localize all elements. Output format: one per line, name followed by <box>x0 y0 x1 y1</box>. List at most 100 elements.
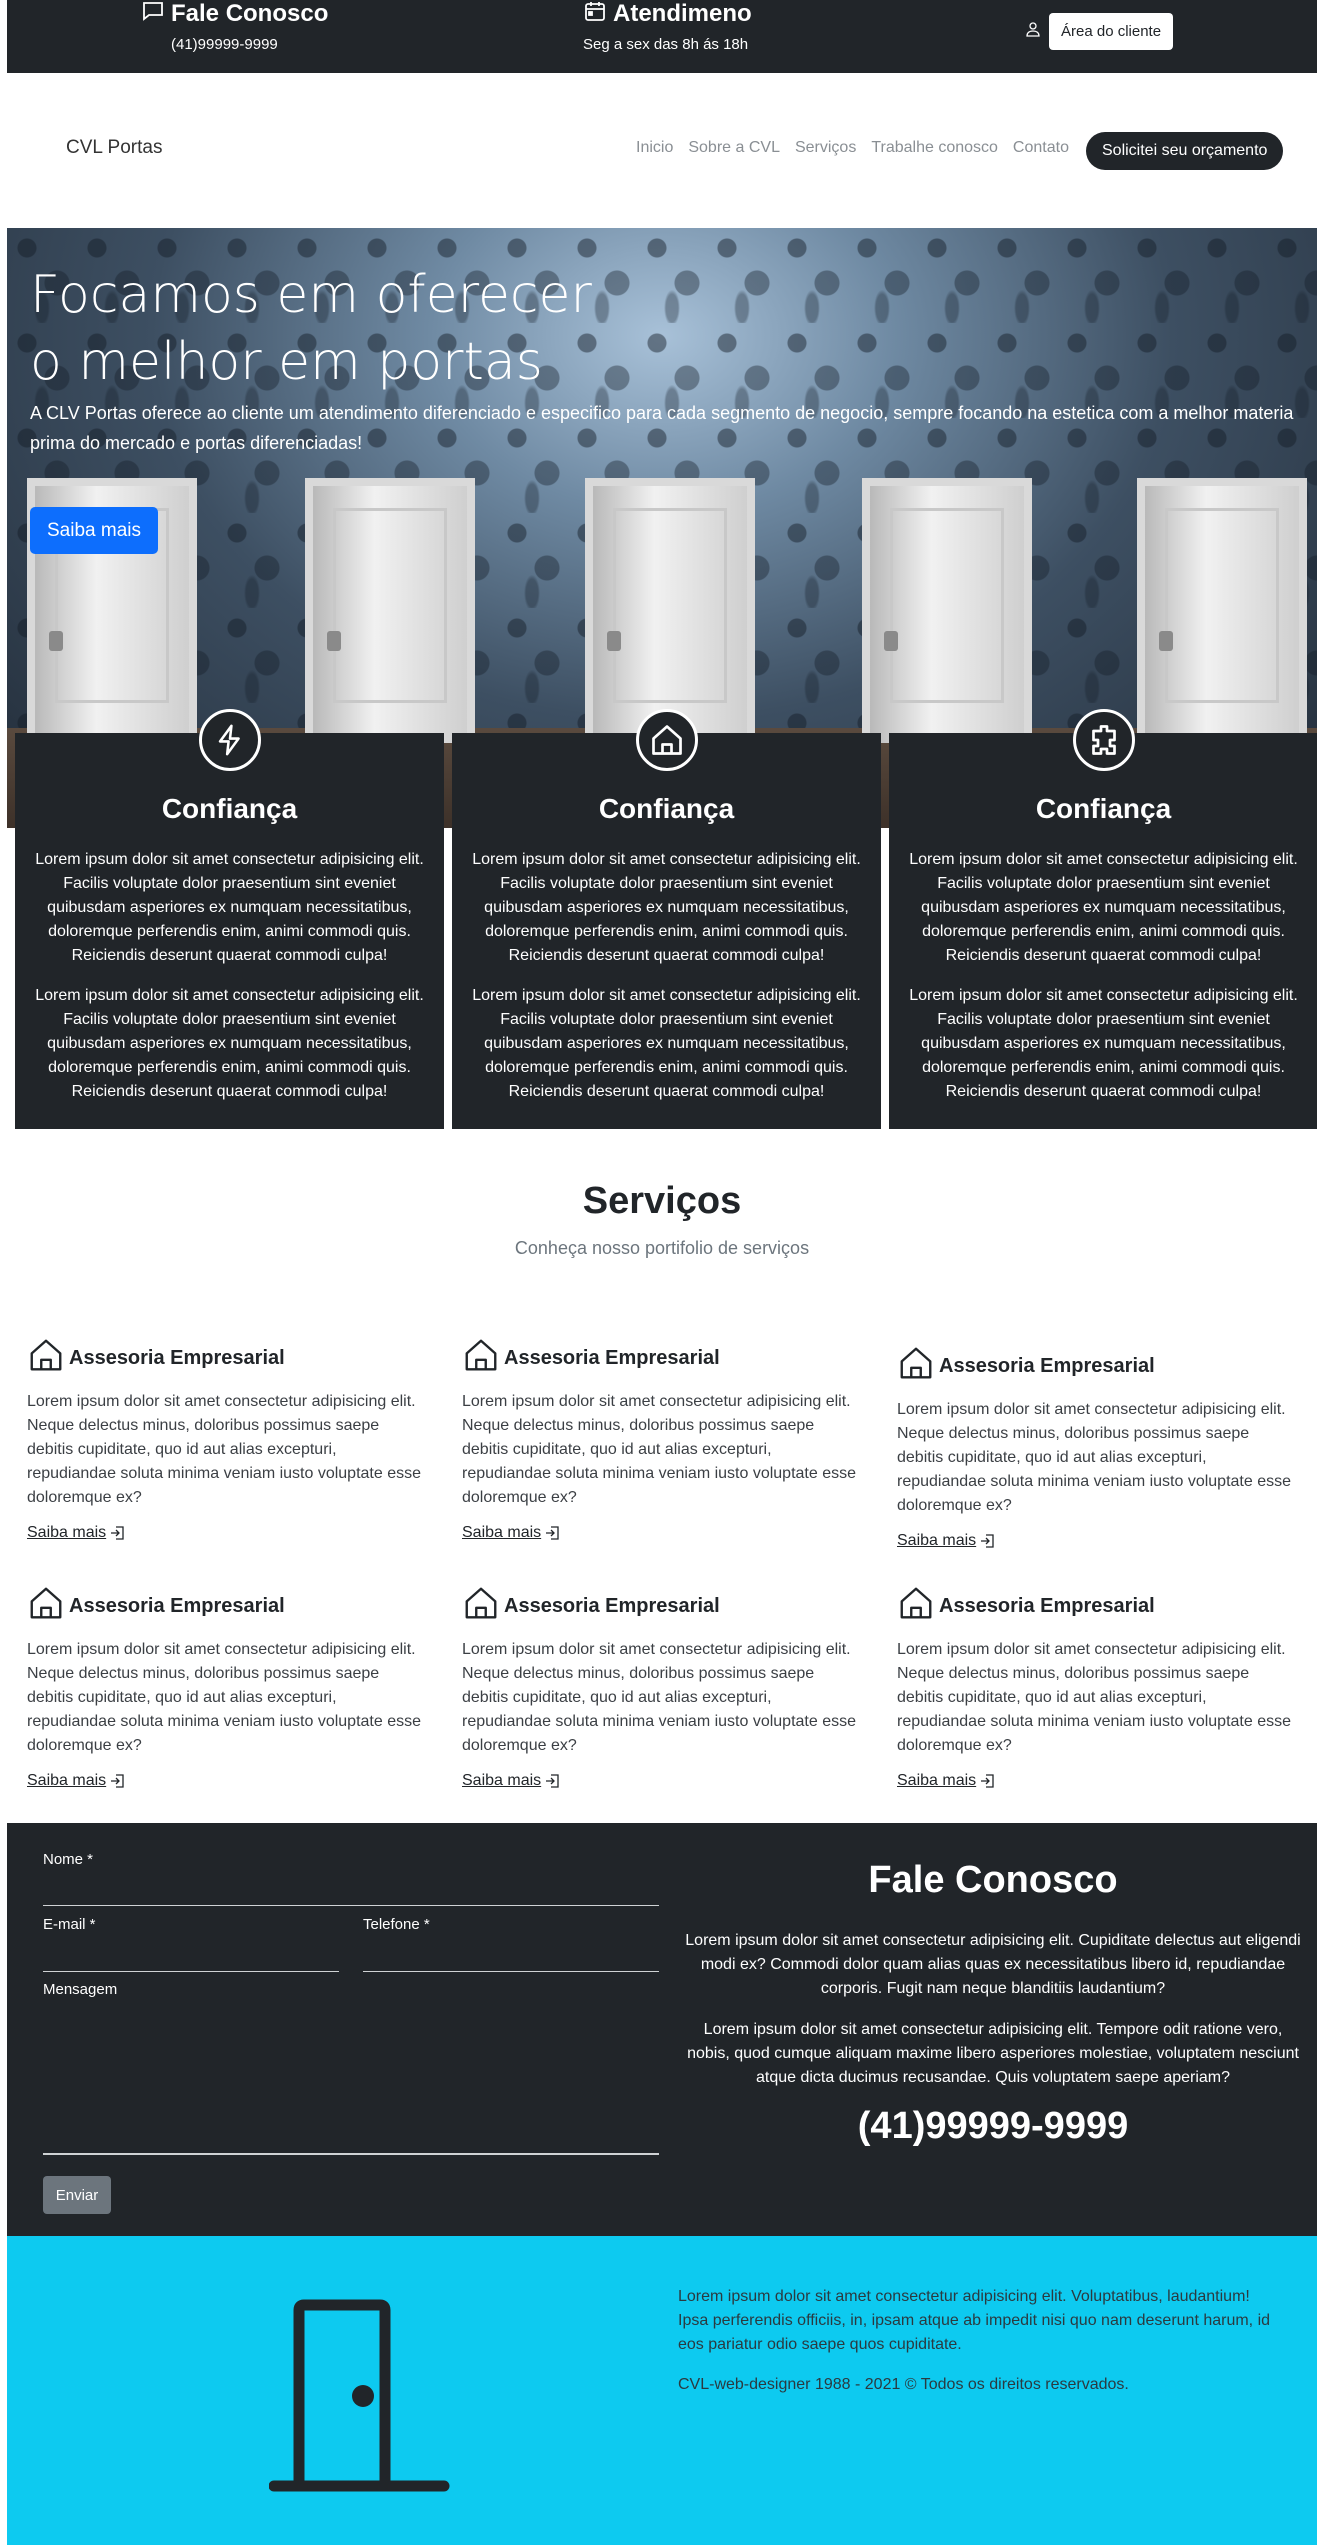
service-saiba-mais-link[interactable]: Saiba mais <box>462 1772 560 1790</box>
telefone-input[interactable] <box>363 1971 659 1972</box>
email-input[interactable] <box>43 1971 339 1972</box>
house-icon <box>635 709 698 771</box>
feature-title: Confiança <box>161 793 298 824</box>
contact-phone: (41)99999-9999 <box>857 2105 1129 2147</box>
service-title: Assesoria Empresarial <box>939 1594 1155 1617</box>
service-text: Lorem ipsum dolor sit amet consectetur a… <box>897 1641 1292 1754</box>
person-icon <box>1025 21 1041 42</box>
service-saiba-mais-link[interactable]: Saiba mais <box>897 1532 995 1550</box>
nome-input[interactable] <box>43 1905 659 1906</box>
top-bar: Fale Conosco (41)99999-9999 Atendimeno S… <box>7 0 1317 73</box>
service-text: Lorem ipsum dolor sit amet consectetur a… <box>897 1401 1292 1514</box>
hero-door-image <box>305 478 475 743</box>
service-title: Assesoria Empresarial <box>939 1354 1155 1377</box>
box-arrow-in-icon <box>111 1526 124 1540</box>
service-title: Assesoria Empresarial <box>69 1594 285 1617</box>
house-icon <box>27 1584 65 1628</box>
box-arrow-in-icon <box>981 1774 994 1788</box>
client-area: Área do cliente <box>1025 13 1174 50</box>
services-subtitle: Conheça nosso portifolio de serviços <box>514 1238 810 1258</box>
hero-door-image <box>862 478 1032 743</box>
hero-description: A CLV Portas oferece ao cliente um atend… <box>30 403 1294 453</box>
feature-card: Confiança Lorem ipsum dolor sit amet con… <box>889 709 1317 1129</box>
page: Fale Conosco (41)99999-9999 Atendimeno S… <box>7 0 1317 2545</box>
feature-text: Lorem ipsum dolor sit amet consectetur a… <box>909 851 1298 964</box>
feature-title: Confiança <box>1035 793 1172 824</box>
contact-text: Lorem ipsum dolor sit amet consectetur a… <box>685 1932 1301 1997</box>
nav-link-servicos[interactable]: Serviços <box>795 139 856 157</box>
service-text: Lorem ipsum dolor sit amet consectetur a… <box>462 1641 857 1754</box>
feature-text: Lorem ipsum dolor sit amet consectetur a… <box>909 987 1298 1100</box>
box-arrow-in-icon <box>981 1534 994 1548</box>
client-area-button[interactable]: Área do cliente <box>1049 13 1174 50</box>
mensagem-textarea[interactable] <box>43 2007 659 2155</box>
hero-door-image <box>585 478 755 743</box>
brand-logo[interactable]: CVL Portas <box>66 137 162 159</box>
house-icon <box>27 1336 65 1380</box>
telefone-label: Telefone * <box>363 1916 430 1933</box>
calendar-icon <box>583 0 607 30</box>
service-saiba-mais-link[interactable]: Saiba mais <box>897 1772 995 1790</box>
footer: Lorem ipsum dolor sit amet consectetur a… <box>7 2236 1317 2545</box>
service-text: Lorem ipsum dolor sit amet consectetur a… <box>27 1641 422 1754</box>
topbar-fale-conosco: Fale Conosco (41)99999-9999 <box>141 0 328 53</box>
nav-link-sobre[interactable]: Sobre a CVL <box>688 139 780 157</box>
service-item: Assesoria Empresarial Lorem ipsum dolor … <box>897 1584 1297 1790</box>
topbar-fale-title: Fale Conosco <box>171 0 329 27</box>
enviar-button[interactable]: Enviar <box>43 2176 111 2214</box>
quote-button[interactable]: Solicitei seu orçamento <box>1086 132 1284 170</box>
feature-text: Lorem ipsum dolor sit amet consectetur a… <box>472 851 861 964</box>
service-item: Assesoria Empresarial Lorem ipsum dolor … <box>462 1336 862 1542</box>
nav-link-contato[interactable]: Contato <box>1013 139 1069 157</box>
mensagem-label: Mensagem <box>43 1981 118 1998</box>
nav-link-inicio[interactable]: Inicio <box>636 139 673 157</box>
contact-section: Nome * E-mail * Telefone * Mensagem Envi… <box>7 1823 1317 2236</box>
door-icon <box>268 2296 459 2501</box>
feature-text: Lorem ipsum dolor sit amet consectetur a… <box>35 851 424 964</box>
box-arrow-in-icon <box>111 1774 124 1788</box>
navbar: CVL Portas Inicio Sobre a CVL Serviços T… <box>7 73 1317 228</box>
box-arrow-in-icon <box>546 1774 559 1788</box>
service-item: Assesoria Empresarial Lorem ipsum dolor … <box>462 1584 862 1790</box>
footer-copyright: CVL-web-designer 1988 - 2021 © Todos os … <box>678 2376 1129 2393</box>
nome-label: Nome * <box>43 1851 94 1868</box>
service-text: Lorem ipsum dolor sit amet consectetur a… <box>27 1393 422 1506</box>
service-saiba-mais-link[interactable]: Saiba mais <box>27 1524 125 1542</box>
box-arrow-in-icon <box>546 1526 559 1540</box>
topbar-phone: (41)99999-9999 <box>171 36 278 53</box>
service-saiba-mais-link[interactable]: Saiba mais <box>27 1772 125 1790</box>
feature-title: Confiança <box>598 793 735 824</box>
topbar-hours: Seg a sex das 8h ás 18h <box>583 36 749 53</box>
house-icon <box>897 1584 935 1628</box>
service-title: Assesoria Empresarial <box>504 1346 720 1369</box>
feature-card: Confiança Lorem ipsum dolor sit amet con… <box>452 709 881 1129</box>
service-item: Assesoria Empresarial Lorem ipsum dolor … <box>897 1344 1297 1550</box>
contact-title: Fale Conosco <box>868 1859 1118 1901</box>
services-title: Serviços <box>582 1180 742 1222</box>
feature-text: Lorem ipsum dolor sit amet consectetur a… <box>472 987 861 1100</box>
service-title: Assesoria Empresarial <box>69 1346 285 1369</box>
service-title: Assesoria Empresarial <box>504 1594 720 1617</box>
hero-saiba-mais-button[interactable]: Saiba mais <box>30 507 158 554</box>
topbar-atendimento: Atendimeno Seg a sex das 8h ás 18h <box>583 0 752 53</box>
service-saiba-mais-link[interactable]: Saiba mais <box>462 1524 560 1542</box>
nav-link-trabalhe[interactable]: Trabalhe conosco <box>871 139 998 157</box>
email-label: E-mail * <box>43 1916 96 1933</box>
service-item: Assesoria Empresarial Lorem ipsum dolor … <box>27 1584 427 1790</box>
house-icon <box>462 1336 500 1380</box>
house-icon <box>897 1344 935 1388</box>
house-icon <box>462 1584 500 1628</box>
chat-icon <box>141 0 165 30</box>
service-item: Assesoria Empresarial Lorem ipsum dolor … <box>27 1336 427 1542</box>
service-text: Lorem ipsum dolor sit amet consectetur a… <box>462 1393 857 1506</box>
feature-text: Lorem ipsum dolor sit amet consectetur a… <box>35 987 424 1100</box>
lightning-icon <box>198 709 261 771</box>
hero-title: Focamos em oferecer o melhor em portas <box>30 265 592 392</box>
plugin-icon <box>1072 709 1135 771</box>
hero-door-image <box>1137 478 1307 743</box>
topbar-atendimento-title: Atendimeno <box>613 0 752 27</box>
feature-card: Confiança Lorem ipsum dolor sit amet con… <box>15 709 444 1129</box>
footer-text: Lorem ipsum dolor sit amet consectetur a… <box>678 2288 1271 2353</box>
contact-text: Lorem ipsum dolor sit amet consectetur a… <box>687 2021 1299 2086</box>
nav-links: Inicio Sobre a CVL Serviços Trabalhe con… <box>636 139 1069 157</box>
